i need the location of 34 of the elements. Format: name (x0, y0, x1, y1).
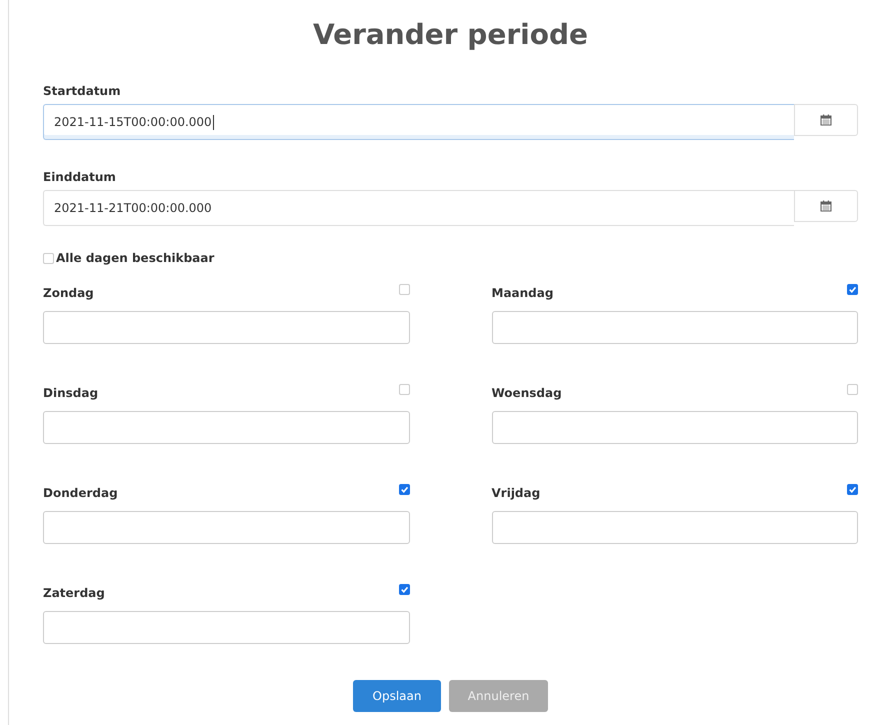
calendar-button[interactable] (794, 190, 858, 222)
day-checkbox[interactable] (847, 284, 858, 295)
text-cursor (212, 114, 214, 130)
day-label: Dinsdag (43, 386, 98, 400)
checkbox[interactable] (43, 252, 54, 264)
input-field[interactable] (492, 411, 858, 444)
day-checkbox[interactable] (398, 284, 410, 295)
input-field[interactable] (43, 411, 410, 444)
day-checkbox[interactable] (847, 384, 858, 395)
day-label: Vrijdag (492, 486, 540, 500)
dialog-title: Verander periode (312, 18, 590, 53)
date-field[interactable]: 2021-11-21T00:00:00.000 (43, 190, 794, 226)
field-label: Startdatum (43, 84, 122, 98)
day-checkbox[interactable] (398, 484, 410, 495)
input-field[interactable] (492, 311, 858, 344)
input-field[interactable] (43, 311, 410, 344)
day-label: Maandag (492, 286, 554, 300)
calendar-icon (820, 114, 832, 126)
field-label: Einddatum (43, 170, 117, 184)
day-checkbox[interactable] (398, 384, 410, 395)
day-label: Woensdag (492, 386, 562, 400)
checkbox-label: Alle dagen beschikbaar (56, 251, 214, 265)
day-checkbox[interactable] (847, 484, 858, 495)
day-label: Donderdag (43, 486, 118, 500)
day-label: Zaterdag (43, 586, 105, 600)
input-field[interactable] (43, 511, 410, 544)
day-checkbox[interactable] (398, 584, 410, 595)
calendar-icon (820, 200, 832, 212)
day-label: Zondag (43, 286, 94, 300)
input-field[interactable] (492, 511, 858, 544)
date-field[interactable]: 2021-11-15T00:00:00.000 (43, 104, 794, 140)
calendar-button[interactable] (794, 104, 858, 136)
input-field[interactable] (43, 611, 410, 644)
save-button[interactable]: Opslaan (353, 680, 441, 712)
